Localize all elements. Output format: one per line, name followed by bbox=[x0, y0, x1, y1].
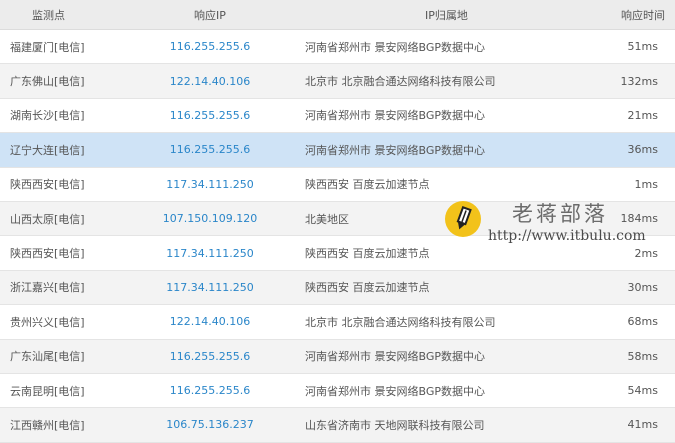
ip-location: 河南省郑州市 景安网络BGP数据中心 bbox=[305, 143, 486, 157]
response-time: 30ms bbox=[627, 280, 658, 294]
monitor-point: 山西太原[电信] bbox=[10, 212, 85, 226]
response-time: 51ms bbox=[627, 40, 658, 54]
column-header-location[interactable]: IP归属地 bbox=[300, 7, 580, 23]
ip-location: 北京市 北京融合通达网络科技有限公司 bbox=[305, 75, 496, 89]
ping-results-table: 监测点 响应IP IP归属地 响应时间 福建厦门[电信] 116.255.255… bbox=[0, 0, 675, 443]
table-row: 广东汕尾[电信] 116.255.255.6 河南省郑州市 景安网络BGP数据中… bbox=[0, 339, 675, 374]
ip-location: 北美地区 bbox=[305, 212, 349, 226]
monitor-point: 湖南长沙[电信] bbox=[10, 109, 85, 123]
table-row: 陕西西安[电信] 117.34.111.250 陕西西安 百度云加速节点 1ms bbox=[0, 168, 675, 202]
response-ip[interactable]: 116.255.255.6 bbox=[120, 143, 300, 156]
table-row: 湖南长沙[电信] 116.255.255.6 河南省郑州市 景安网络BGP数据中… bbox=[0, 99, 675, 134]
monitor-point: 贵州兴义[电信] bbox=[10, 315, 85, 329]
response-ip[interactable]: 116.255.255.6 bbox=[120, 109, 300, 122]
response-ip[interactable]: 122.14.40.106 bbox=[120, 315, 300, 328]
table-row: 福建厦门[电信] 116.255.255.6 河南省郑州市 景安网络BGP数据中… bbox=[0, 30, 675, 65]
response-ip[interactable]: 107.150.109.120 bbox=[120, 212, 300, 225]
response-ip[interactable]: 116.255.255.6 bbox=[120, 40, 300, 53]
response-time: 132ms bbox=[620, 74, 658, 88]
response-time: 21ms bbox=[627, 108, 658, 122]
response-time: 41ms bbox=[627, 418, 658, 432]
table-row: 山西太原[电信] 107.150.109.120 北美地区 184ms bbox=[0, 201, 675, 237]
table-row: 浙江嘉兴[电信] 117.34.111.250 陕西西安 百度云加速节点 30m… bbox=[0, 270, 675, 306]
ip-location: 陕西西安 百度云加速节点 bbox=[305, 247, 430, 261]
monitor-point: 广东佛山[电信] bbox=[10, 75, 85, 89]
ip-location: 河南省郑州市 景安网络BGP数据中心 bbox=[305, 40, 486, 54]
monitor-point: 福建厦门[电信] bbox=[10, 40, 85, 54]
ip-location: 山东省济南市 天地网联科技有限公司 bbox=[305, 418, 485, 432]
table-row: 江西赣州[电信] 106.75.136.237 山东省济南市 天地网联科技有限公… bbox=[0, 408, 675, 443]
table-header: 监测点 响应IP IP归属地 响应时间 bbox=[0, 0, 675, 30]
ip-location: 北京市 北京融合通达网络科技有限公司 bbox=[305, 315, 496, 329]
monitor-point: 陕西西安[电信] bbox=[10, 247, 85, 261]
response-time: 36ms bbox=[627, 143, 658, 157]
table-row: 广东佛山[电信] 122.14.40.106 北京市 北京融合通达网络科技有限公… bbox=[0, 64, 675, 99]
response-time: 1ms bbox=[634, 177, 658, 191]
response-ip[interactable]: 116.255.255.6 bbox=[120, 350, 300, 363]
monitor-point: 广东汕尾[电信] bbox=[10, 350, 85, 364]
table-row-highlighted: 辽宁大连[电信] 116.255.255.6 河南省郑州市 景安网络BGP数据中… bbox=[0, 133, 675, 168]
response-time: 58ms bbox=[627, 349, 658, 363]
monitor-point: 辽宁大连[电信] bbox=[10, 143, 85, 157]
table-row: 陕西西安[电信] 117.34.111.250 陕西西安 百度云加速节点 2ms bbox=[0, 236, 675, 271]
ip-location: 河南省郑州市 景安网络BGP数据中心 bbox=[305, 350, 486, 364]
response-ip[interactable]: 122.14.40.106 bbox=[120, 75, 300, 88]
ip-location: 陕西西安 百度云加速节点 bbox=[305, 281, 430, 295]
response-time: 54ms bbox=[627, 384, 658, 398]
response-ip[interactable]: 117.34.111.250 bbox=[120, 178, 300, 191]
ip-location: 陕西西安 百度云加速节点 bbox=[305, 178, 430, 192]
response-ip[interactable]: 106.75.136.237 bbox=[120, 418, 300, 431]
monitor-point: 云南昆明[电信] bbox=[10, 384, 85, 398]
response-time: 184ms bbox=[620, 212, 658, 226]
table-row: 贵州兴义[电信] 122.14.40.106 北京市 北京融合通达网络科技有限公… bbox=[0, 305, 675, 340]
monitor-point: 陕西西安[电信] bbox=[10, 178, 85, 192]
table-row: 云南昆明[电信] 116.255.255.6 河南省郑州市 景安网络BGP数据中… bbox=[0, 374, 675, 409]
ip-location: 河南省郑州市 景安网络BGP数据中心 bbox=[305, 109, 486, 123]
column-header-ip[interactable]: 响应IP bbox=[120, 7, 300, 23]
column-header-time[interactable]: 响应时间 bbox=[580, 7, 675, 23]
response-time: 2ms bbox=[634, 246, 658, 260]
response-ip[interactable]: 117.34.111.250 bbox=[120, 247, 300, 260]
monitor-point: 江西赣州[电信] bbox=[10, 418, 85, 432]
monitor-point: 浙江嘉兴[电信] bbox=[10, 281, 85, 295]
response-ip[interactable]: 117.34.111.250 bbox=[120, 281, 300, 294]
response-ip[interactable]: 116.255.255.6 bbox=[120, 384, 300, 397]
response-time: 68ms bbox=[627, 315, 658, 329]
ip-location: 河南省郑州市 景安网络BGP数据中心 bbox=[305, 384, 486, 398]
column-header-point[interactable]: 监测点 bbox=[0, 7, 120, 23]
